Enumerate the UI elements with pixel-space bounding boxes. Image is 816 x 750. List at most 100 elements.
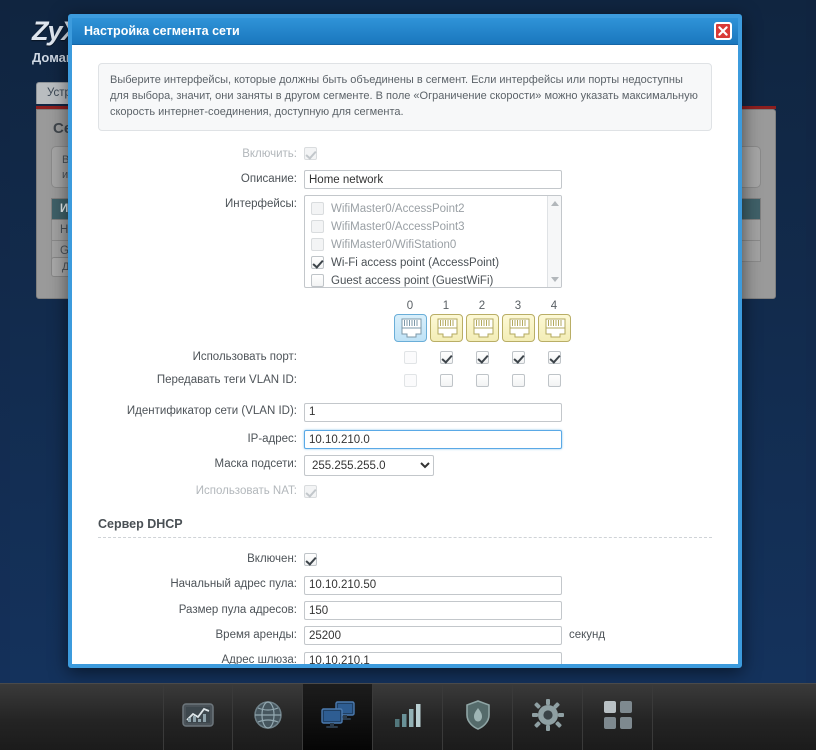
vlan-tag-checkbox[interactable] xyxy=(511,374,525,388)
globe-internet-icon xyxy=(252,699,284,736)
taskbar-item-apps[interactable] xyxy=(583,683,653,750)
subnet-mask-select[interactable]: 255.255.255.0 xyxy=(304,455,434,477)
field-row-interfaces: Интерфейсы: WifiMaster0/AccessPoint2 Wif… xyxy=(90,195,720,289)
interfaces-scrollbar[interactable] xyxy=(547,196,561,288)
field-row-use-port: Использовать порт: xyxy=(90,348,720,367)
dhcp-enabled-checkbox[interactable] xyxy=(304,552,317,566)
list-item[interactable]: WifiMaster0/WifiStation0 xyxy=(311,236,547,253)
pool-size-control xyxy=(304,601,720,621)
use-port-cell xyxy=(393,349,427,367)
port-number: 1 xyxy=(442,300,450,313)
list-item[interactable]: WifiMaster0/AccessPoint2 xyxy=(311,200,547,217)
screen: ZyXEL Домашняя сеть Устройство Сегменты … xyxy=(0,0,816,750)
list-item[interactable]: Wi-Fi access point (AccessPoint) xyxy=(311,254,547,271)
gear-settings-icon xyxy=(531,698,564,736)
enable-control xyxy=(304,145,720,163)
use-port-label: Использовать порт: xyxy=(192,351,297,364)
nat-control xyxy=(304,482,720,500)
pool-start-input[interactable] xyxy=(304,575,562,595)
vlan-tag-cell xyxy=(465,372,499,390)
interface-label: Wi-Fi access point (AccessPoint) xyxy=(331,256,500,269)
ethernet-port-icon[interactable] xyxy=(465,314,499,343)
scroll-down-icon[interactable] xyxy=(551,277,559,283)
interfaces-list[interactable]: WifiMaster0/AccessPoint2 WifiMaster0/Acc… xyxy=(304,195,562,289)
vlan-id-input[interactable] xyxy=(304,402,562,422)
lease-control: секунд xyxy=(304,626,720,646)
pool-start-control xyxy=(304,575,720,595)
ethernet-port-icon[interactable] xyxy=(429,314,463,343)
ethernet-port-icon[interactable] xyxy=(501,314,535,343)
interface-checkbox xyxy=(311,202,324,216)
use-port-cell xyxy=(429,349,463,367)
system-monitor-icon xyxy=(181,701,215,734)
port-number: 0 xyxy=(406,300,414,313)
apps-grid-icon xyxy=(603,700,633,735)
interface-checkbox[interactable] xyxy=(311,274,324,288)
nat-label: Использовать NAT: xyxy=(195,485,297,498)
vlan-tag-cell xyxy=(393,372,427,390)
port-number: 3 xyxy=(514,300,522,313)
gateway-label: Адрес шлюза: xyxy=(221,654,297,664)
ports-diagram: 0 1 2 3 4 xyxy=(90,300,720,343)
interface-label: Guest access point (GuestWiFi) xyxy=(331,274,494,287)
vlan-tag-checkbox[interactable] xyxy=(547,374,561,388)
interface-checkbox[interactable] xyxy=(311,256,324,270)
use-port-cell xyxy=(537,349,571,367)
description-input[interactable] xyxy=(304,170,562,190)
vlan-id-control xyxy=(304,402,720,422)
taskbar-item-firewall[interactable] xyxy=(443,683,513,750)
taskbar-item-internet[interactable] xyxy=(233,683,303,750)
use-port-checkbox[interactable] xyxy=(511,351,525,365)
firewall-shield-icon xyxy=(464,699,492,736)
field-row-vlan-tag: Передавать теги VLAN ID: xyxy=(90,371,720,390)
vlan-tag-cell xyxy=(429,372,463,390)
interface-checkbox xyxy=(311,238,324,252)
vlan-id-label: Идентификатор сети (VLAN ID): xyxy=(126,405,297,418)
taskbar-item-system-monitor[interactable] xyxy=(163,683,233,750)
taskbar-item-signal[interactable] xyxy=(373,683,443,750)
close-icon[interactable] xyxy=(714,22,732,40)
use-port-cell xyxy=(501,349,535,367)
signal-bars-icon xyxy=(393,701,423,734)
port-number: 2 xyxy=(478,300,486,313)
field-row-pool-start: Начальный адрес пула: xyxy=(90,575,720,595)
lease-time-input[interactable] xyxy=(304,626,562,646)
interface-label: WifiMaster0/WifiStation0 xyxy=(331,238,457,251)
ip-address-input[interactable] xyxy=(304,430,562,450)
interfaces-control: WifiMaster0/AccessPoint2 WifiMaster0/Acc… xyxy=(304,195,720,289)
port-cell: 2 xyxy=(465,300,499,343)
field-row-vlan-id: Идентификатор сети (VLAN ID): xyxy=(90,402,720,422)
field-row-lease: Время аренды: секунд xyxy=(90,626,720,646)
vlan-tag-checkbox[interactable] xyxy=(439,374,453,388)
pool-start-label: Начальный адрес пула: xyxy=(170,578,297,591)
list-item[interactable]: WifiMaster0/AccessPoint3 xyxy=(311,218,547,235)
list-item[interactable]: Guest access point (GuestWiFi) xyxy=(311,272,547,288)
lease-label: Время аренды: xyxy=(215,629,298,642)
port-cell: 4 xyxy=(537,300,571,343)
network-segment-dialog: Настройка сегмента сети Выберите интерфе… xyxy=(68,14,742,668)
pool-size-input[interactable] xyxy=(304,601,562,621)
lease-unit-label: секунд xyxy=(569,629,606,642)
scroll-up-icon[interactable] xyxy=(551,201,559,207)
vlan-tag-checkbox[interactable] xyxy=(475,374,489,388)
vlan-tag-cell xyxy=(537,372,571,390)
dhcp-section-title: Сервер DHCP xyxy=(98,517,183,532)
nat-checkbox xyxy=(304,484,317,498)
dhcp-enabled-label: Включен: xyxy=(247,553,297,566)
taskbar-item-settings[interactable] xyxy=(513,683,583,750)
port-cell: 3 xyxy=(501,300,535,343)
field-row-pool-size: Размер пула адресов: xyxy=(90,601,720,621)
ethernet-port-icon[interactable] xyxy=(393,314,427,343)
use-port-checkbox[interactable] xyxy=(475,351,489,365)
dialog-hint: Выберите интерфейсы, которые должны быть… xyxy=(98,63,712,131)
use-port-checkbox[interactable] xyxy=(547,351,561,365)
use-port-checkbox[interactable] xyxy=(439,351,453,365)
gateway-input[interactable] xyxy=(304,651,562,664)
taskbar-item-home-network[interactable] xyxy=(303,683,373,750)
field-row-dhcp-enabled: Включен: xyxy=(90,550,720,569)
vlan-tag-cell xyxy=(501,372,535,390)
dialog-body: Выберите интерфейсы, которые должны быть… xyxy=(72,45,738,664)
dhcp-enabled-control xyxy=(304,550,720,568)
dialog-titlebar[interactable]: Настройка сегмента сети xyxy=(72,18,738,45)
ethernet-port-icon[interactable] xyxy=(537,314,571,343)
